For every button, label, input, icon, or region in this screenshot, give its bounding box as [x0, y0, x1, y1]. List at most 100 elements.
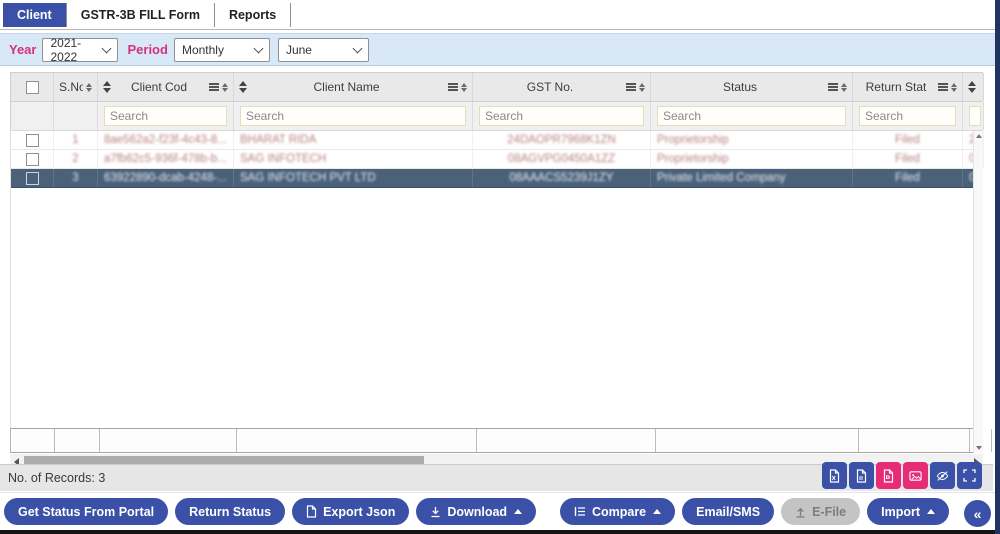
- sort-toggle-icon[interactable]: [968, 81, 976, 93]
- table-row-selected[interactable]: 3 63922890-dcab-4248-... SAG INFOTECH PV…: [11, 169, 984, 188]
- hide-columns-button[interactable]: [930, 462, 955, 489]
- sort-icon[interactable]: [222, 82, 228, 92]
- grid-footer-row: [10, 428, 992, 453]
- sort-toggle-icon[interactable]: [239, 81, 247, 93]
- col-label-client-name: Client Name: [313, 80, 380, 94]
- fullscreen-icon: [963, 469, 976, 482]
- row-checkbox[interactable]: [25, 152, 39, 166]
- export-csv-button[interactable]: [849, 462, 874, 489]
- right-edge-panel: [995, 0, 1000, 534]
- scroll-down-icon[interactable]: [975, 446, 982, 450]
- col-header-client-code[interactable]: Client Cod: [98, 73, 234, 101]
- download-icon: [431, 506, 440, 517]
- filter-cell: [473, 102, 651, 130]
- cell-sno: 2: [72, 153, 79, 165]
- button-label: Compare: [591, 504, 647, 519]
- chevron-down-icon: [253, 43, 264, 53]
- compare-list-icon: [574, 507, 585, 516]
- select-all-checkbox[interactable]: [25, 80, 39, 94]
- col-header-partial[interactable]: [963, 73, 984, 101]
- button-label: E-File: [812, 504, 847, 519]
- button-label: Email/SMS: [696, 504, 761, 519]
- chevron-down-icon: [102, 43, 112, 53]
- cell-client-name: SAG INFOTECH PVT LTD: [240, 172, 376, 184]
- table-row[interactable]: 1 8ae562a2-f23f-4c43-8... BHARAT RIDA 24…: [11, 131, 984, 150]
- col-header-client-name[interactable]: Client Name: [234, 73, 473, 101]
- column-menu-icon[interactable]: [448, 83, 458, 91]
- search-client-name-input[interactable]: [240, 106, 466, 126]
- tab-reports[interactable]: Reports: [215, 3, 290, 27]
- export-json-button[interactable]: Export Json: [292, 498, 410, 525]
- cell-sno: 3: [72, 172, 79, 184]
- search-return-status-input[interactable]: [859, 106, 956, 126]
- sort-icon[interactable]: [461, 82, 467, 92]
- sort-icon[interactable]: [86, 82, 92, 92]
- export-excel-button[interactable]: [822, 462, 847, 489]
- sort-toggle-icon[interactable]: [103, 81, 111, 93]
- client-grid: S.No. Client Cod Client Name GST No.: [10, 72, 993, 469]
- double-chevron-left-icon: «: [973, 505, 982, 522]
- column-menu-icon[interactable]: [209, 83, 219, 91]
- row-checkbox-cell: [11, 169, 54, 187]
- get-status-from-portal-button[interactable]: Get Status From Portal: [4, 498, 169, 525]
- export-image-button[interactable]: [903, 462, 928, 489]
- search-gst-no-input[interactable]: [479, 106, 644, 126]
- row-checkbox[interactable]: [25, 171, 39, 185]
- column-menu-icon[interactable]: [938, 83, 948, 91]
- search-status-input[interactable]: [657, 106, 846, 126]
- collapse-panel-button[interactable]: «: [964, 500, 991, 527]
- sort-icon[interactable]: [951, 82, 957, 92]
- compare-button[interactable]: Compare: [559, 498, 676, 525]
- month-select[interactable]: June: [277, 37, 369, 62]
- search-client-code-input[interactable]: [104, 106, 227, 126]
- filter-cell: [853, 102, 963, 130]
- column-menu-icon[interactable]: [626, 83, 636, 91]
- select-all-header-cell: [11, 73, 54, 101]
- cell-status: Private Limited Company: [657, 172, 786, 184]
- tab-client[interactable]: Client: [3, 3, 66, 27]
- sort-icon[interactable]: [639, 82, 645, 92]
- period-select-value: Monthly: [181, 42, 224, 57]
- export-pdf-button[interactable]: [876, 462, 901, 489]
- import-button[interactable]: Import: [867, 498, 949, 525]
- caret-up-icon: [514, 509, 523, 514]
- col-header-sno[interactable]: S.No.: [54, 73, 98, 101]
- row-checkbox[interactable]: [25, 133, 39, 147]
- search-partial-input[interactable]: [969, 106, 981, 126]
- column-menu-icon[interactable]: [828, 83, 838, 91]
- scroll-up-icon[interactable]: [975, 134, 982, 138]
- filter-cell: [651, 102, 853, 130]
- email-sms-button[interactable]: Email/SMS: [682, 498, 775, 525]
- col-header-return-status[interactable]: Return Stat: [853, 73, 963, 101]
- e-file-button[interactable]: E-File: [781, 498, 861, 525]
- pdf-file-icon: [883, 468, 894, 483]
- vertical-scrollbar[interactable]: [973, 131, 983, 453]
- sort-icon[interactable]: [841, 82, 847, 92]
- footer-left-group: Get Status From Portal Return Status Exp…: [4, 498, 537, 525]
- year-select[interactable]: 2021-2022: [42, 35, 119, 64]
- filter-cell: [234, 102, 473, 130]
- col-label-gst-no: GST No.: [526, 80, 574, 94]
- col-label-return-status: Return Stat: [865, 80, 927, 94]
- filter-cell: [963, 102, 984, 130]
- cell-gst-no: 08AGVPG0450A1ZZ: [507, 153, 616, 165]
- records-count-text: No. of Records: 3: [8, 471, 106, 485]
- tab-gstr3b-fill-form[interactable]: GSTR-3B FILL Form: [67, 3, 214, 27]
- download-button[interactable]: Download: [416, 498, 537, 525]
- image-file-icon: [909, 470, 922, 481]
- cell-return-status: Filed: [895, 153, 920, 165]
- return-status-button[interactable]: Return Status: [175, 498, 286, 525]
- col-header-gst-no[interactable]: GST No.: [473, 73, 651, 101]
- year-select-value: 2021-2022: [50, 35, 82, 64]
- button-label: Download: [447, 504, 508, 519]
- upload-icon: [796, 507, 805, 518]
- cell-client-code: a7fb62c5-936f-478b-b...: [104, 153, 227, 165]
- period-select[interactable]: Monthly: [173, 37, 270, 62]
- caret-up-icon: [927, 509, 935, 514]
- col-header-status[interactable]: Status: [651, 73, 853, 101]
- fullscreen-button[interactable]: [957, 462, 982, 489]
- row-checkbox-cell: [11, 131, 54, 149]
- table-row[interactable]: 2 a7fb62c5-936f-478b-b... SAG INFOTECH 0…: [11, 150, 984, 169]
- cell-return-status: Filed: [895, 134, 920, 146]
- tab-divider: [290, 3, 292, 27]
